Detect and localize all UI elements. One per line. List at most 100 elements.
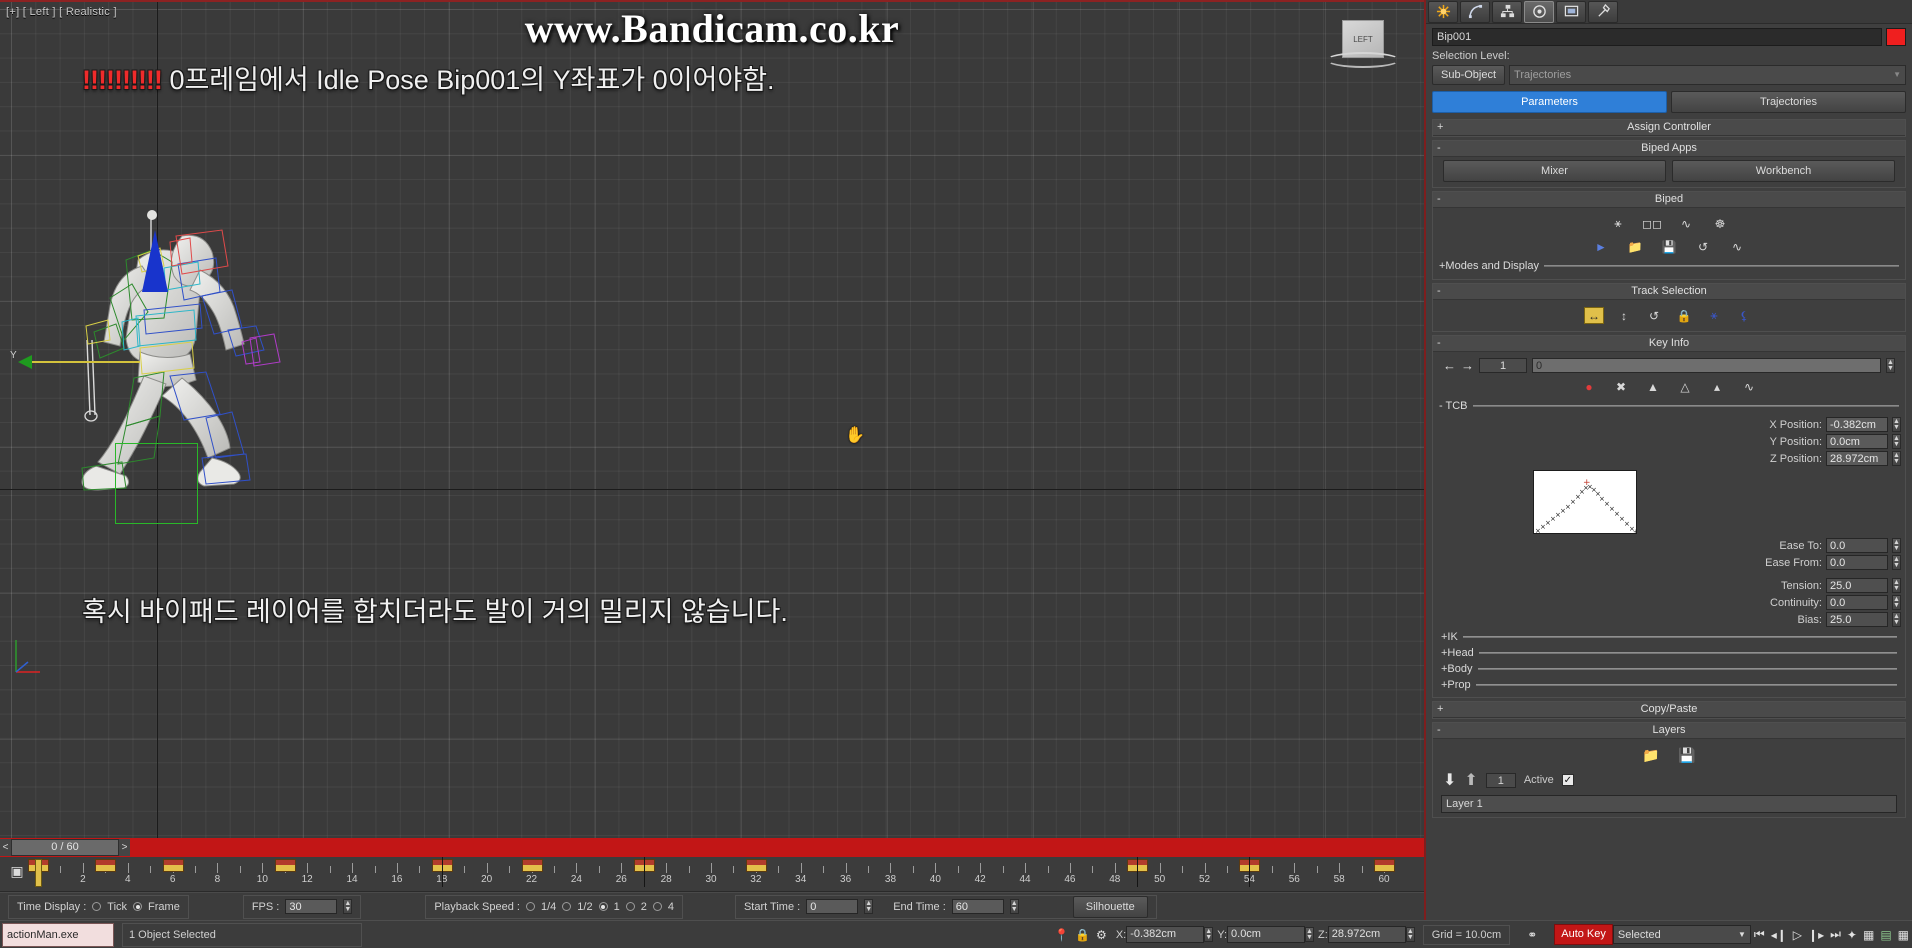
- save-layer-icon[interactable]: 💾: [1677, 747, 1697, 764]
- body-vertical-icon[interactable]: ↕: [1614, 307, 1634, 324]
- radio-speed-2x[interactable]: [625, 902, 635, 911]
- y-position-input[interactable]: 0.0cm: [1826, 434, 1888, 449]
- coord-x-input[interactable]: -0.382cm: [1126, 926, 1205, 943]
- go-to-start-icon[interactable]: ⏮: [1751, 927, 1768, 942]
- load-layer-icon[interactable]: 📁: [1641, 747, 1661, 764]
- fps-spinner[interactable]: ▲ ▼: [343, 899, 353, 914]
- view-cube-ring[interactable]: [1326, 52, 1400, 68]
- rollout-key-info[interactable]: - Key Info ← → 1 0 ▲ ▼ ● ✖ ▲ △ ▴ ∿ - TCB…: [1432, 335, 1906, 698]
- lock-icon[interactable]: 🔒: [1072, 928, 1093, 942]
- continuity-spinner[interactable]: ▲ ▼: [1892, 595, 1901, 610]
- collapse-toggle-icon[interactable]: -: [1437, 284, 1441, 299]
- command-panel[interactable]: Bip001 Selection Level: Sub-Object Traje…: [1424, 0, 1912, 930]
- trajectory-curve-icon[interactable]: ∿: [1739, 378, 1759, 395]
- sub-rollout-head[interactable]: +Head: [1437, 645, 1901, 661]
- tcb-section[interactable]: - TCB: [1437, 398, 1901, 415]
- motion-tab[interactable]: [1524, 0, 1554, 23]
- sub-rollout-ik[interactable]: +IK: [1437, 629, 1901, 645]
- tension-spinner[interactable]: ▲ ▼: [1892, 578, 1901, 593]
- mixer-button[interactable]: Mixer: [1443, 160, 1666, 182]
- tension-input[interactable]: 25.0: [1826, 578, 1888, 593]
- expand-toggle-icon[interactable]: +: [1437, 120, 1443, 135]
- start-time-input[interactable]: 0: [806, 899, 859, 914]
- utilities-tab[interactable]: [1588, 0, 1618, 23]
- rollout-header-key-info[interactable]: - Key Info: [1433, 336, 1905, 352]
- auto-key-button[interactable]: Auto Key: [1554, 924, 1613, 945]
- set-planted-key-icon[interactable]: ▲: [1643, 378, 1663, 395]
- radio-speed-1x[interactable]: [598, 902, 608, 911]
- opposite-tracks-icon[interactable]: ⚸: [1734, 307, 1754, 324]
- convert-icon[interactable]: ►: [1591, 238, 1611, 255]
- collapse-toggle-icon[interactable]: -: [1437, 141, 1441, 156]
- tab-parameters[interactable]: Parameters: [1432, 91, 1667, 113]
- keyframe-marker[interactable]: [1374, 859, 1395, 872]
- lock-com-keying-icon[interactable]: 🔒: [1674, 307, 1694, 324]
- z-position-spinner[interactable]: ▲ ▼: [1892, 451, 1901, 466]
- expand-toggle-icon[interactable]: +: [1437, 702, 1443, 717]
- end-time-spinner[interactable]: ▲ ▼: [1009, 899, 1019, 914]
- coord-z-spinner[interactable]: ▲ ▼: [1405, 927, 1415, 942]
- rollout-header-biped-apps[interactable]: - Biped Apps: [1433, 141, 1905, 157]
- track-bar-playhead[interactable]: [35, 859, 42, 887]
- set-sliding-key-icon[interactable]: △: [1675, 378, 1695, 395]
- sub-rollout-prop[interactable]: +Prop: [1437, 677, 1901, 693]
- rollout-header-assign-controller[interactable]: + Assign Controller: [1433, 120, 1905, 136]
- key-mode-icon[interactable]: ✦: [1844, 928, 1860, 942]
- object-color-swatch[interactable]: [1886, 28, 1906, 46]
- open-mini-curve-editor-icon[interactable]: ▣: [6, 863, 28, 887]
- hierarchy-tab[interactable]: [1492, 0, 1522, 23]
- arrow-left-icon[interactable]: ←: [1443, 358, 1456, 373]
- rollout-assign-controller[interactable]: + Assign Controller: [1432, 119, 1906, 137]
- figure-mode-icon[interactable]: ⚹: [1608, 215, 1628, 232]
- time-slider-handle[interactable]: 0 / 60: [11, 839, 119, 856]
- sub-object-button[interactable]: Sub-Object: [1432, 65, 1506, 85]
- delete-key-icon[interactable]: ✖: [1611, 378, 1631, 395]
- coord-y-spinner[interactable]: ▲ ▼: [1305, 927, 1315, 942]
- collapse-toggle-icon[interactable]: -: [1437, 723, 1441, 738]
- ease-from-input[interactable]: 0.0: [1826, 555, 1888, 570]
- layer-index-field[interactable]: 1: [1485, 772, 1516, 788]
- load-file-icon[interactable]: 📁: [1625, 238, 1645, 255]
- ease-from-spinner[interactable]: ▲ ▼: [1892, 555, 1901, 570]
- viewport-left[interactable]: [+] [ Left ] [ Realistic ] LEFT www.Band…: [0, 0, 1424, 838]
- key-filters-icon[interactable]: ▤: [1877, 928, 1894, 942]
- command-panel-tabs[interactable]: [1426, 0, 1912, 24]
- rollout-header-layers[interactable]: - Layers: [1433, 723, 1905, 739]
- satellite-icon[interactable]: ↺: [1693, 238, 1713, 255]
- taskbar-item-actionman[interactable]: actionMan.exe: [2, 922, 114, 947]
- mixer-mode-icon[interactable]: ☸: [1710, 215, 1730, 232]
- keyframe-marker[interactable]: [745, 859, 767, 872]
- key-filter-dropdown[interactable]: Selected ▼: [1612, 925, 1751, 944]
- rollout-biped-apps[interactable]: - Biped Apps Mixer Workbench: [1432, 140, 1906, 188]
- coord-z-input[interactable]: 28.972cm: [1327, 926, 1406, 943]
- time-slider-prev-arrow[interactable]: <: [0, 839, 11, 856]
- key-time-spinner[interactable]: ▲ ▼: [1886, 358, 1895, 373]
- set-key-icon[interactable]: ●: [1579, 378, 1599, 395]
- move-gizmo-arrow[interactable]: [18, 355, 32, 369]
- tab-trajectories[interactable]: Trajectories: [1671, 91, 1906, 113]
- sub-rollout-body[interactable]: +Body: [1437, 661, 1901, 677]
- go-to-end-icon[interactable]: ⏭: [1827, 927, 1844, 942]
- symmetrical-tracks-icon[interactable]: ⚹: [1704, 307, 1724, 324]
- absolute-mode-icon[interactable]: ⚙: [1093, 928, 1110, 942]
- key-number-field[interactable]: 1: [1479, 358, 1527, 373]
- modify-tab[interactable]: [1460, 0, 1490, 23]
- continuity-input[interactable]: 0.0: [1826, 595, 1888, 610]
- key-filters-extra-icon[interactable]: ▦: [1895, 928, 1912, 942]
- radio-speed-half[interactable]: [562, 902, 572, 911]
- keyframe-marker[interactable]: [521, 859, 543, 872]
- time-slider-bar[interactable]: < 0 / 60 >: [0, 838, 1424, 857]
- keyframe-marker[interactable]: [162, 859, 184, 872]
- bias-spinner[interactable]: ▲ ▼: [1892, 612, 1901, 627]
- display-tab[interactable]: [1556, 0, 1586, 23]
- end-time-input[interactable]: 60: [951, 899, 1004, 914]
- body-horizontal-icon[interactable]: ↔: [1584, 307, 1604, 324]
- rollout-header-biped[interactable]: - Biped: [1433, 192, 1905, 208]
- y-position-spinner[interactable]: ▲ ▼: [1892, 434, 1901, 449]
- track-bar[interactable]: ▣ 24681012141618202224262830323436384042…: [0, 857, 1424, 892]
- body-rotation-icon[interactable]: ↺: [1644, 307, 1664, 324]
- object-name-input[interactable]: Bip001: [1432, 28, 1882, 46]
- collapse-toggle-icon[interactable]: -: [1437, 336, 1441, 351]
- radio-speed-quarter[interactable]: [525, 902, 535, 911]
- collapse-toggle-icon[interactable]: -: [1437, 192, 1441, 207]
